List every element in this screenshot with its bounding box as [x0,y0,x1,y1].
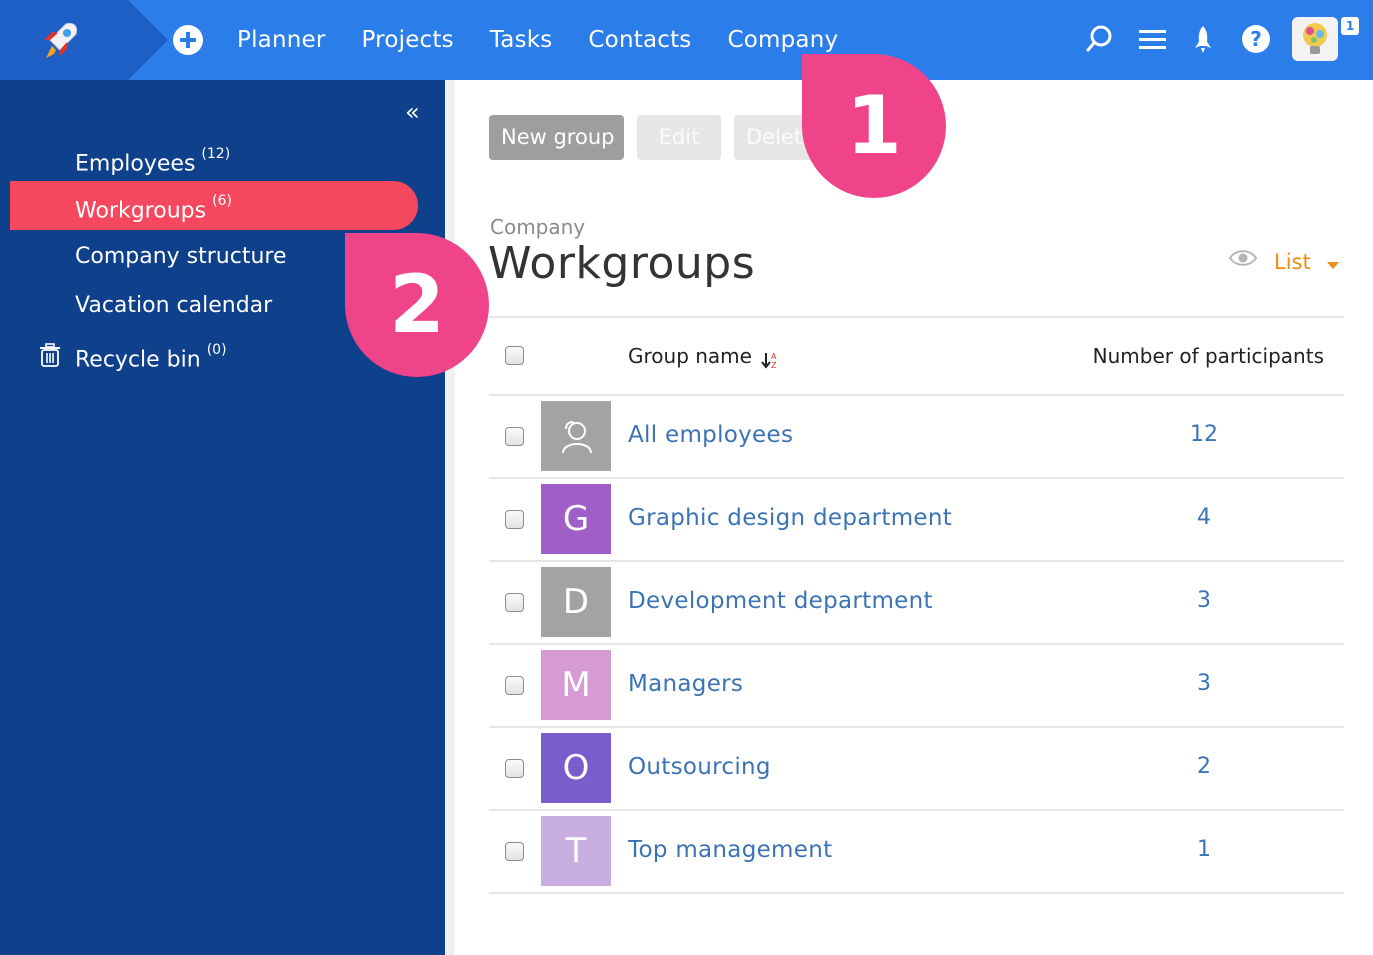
add-icon[interactable] [173,25,203,55]
sidebar-item-label: Employees [75,151,196,177]
trash-icon [40,343,60,367]
sidebar-item-count: (6) [212,193,232,209]
participant-count: 3 [1197,671,1211,696]
participant-count: 2 [1197,754,1211,779]
breadcrumb[interactable]: Company [490,215,585,239]
main-content: New group Edit Delete Company Workgroups… [455,80,1373,955]
table-row[interactable]: T Top management 1 [489,811,1344,894]
row-checkbox[interactable] [505,842,524,861]
table-row[interactable]: G Graphic design department 4 [489,479,1344,562]
rocket-logo-icon[interactable] [36,18,82,64]
sidebar: « Employees (12) Workgroups (6) Company st… [0,80,445,955]
sidebar-item-label: Recycle bin [75,347,201,373]
view-mode-dropdown[interactable]: List [1274,250,1311,274]
notification-badge[interactable]: 1 [1341,17,1359,35]
group-name-link[interactable]: Managers [628,671,743,697]
users-icon [541,401,611,471]
page-title: Workgroups [488,238,756,289]
eye-icon[interactable] [1228,247,1258,269]
column-header-group-name[interactable]: Group name [628,344,752,368]
menu-icon[interactable] [1135,22,1169,56]
nav-planner[interactable]: Planner [237,27,326,53]
lightbulb-avatar-icon [1303,23,1327,54]
group-avatar: M [541,650,611,720]
rocket-icon[interactable] [1186,22,1220,56]
row-checkbox[interactable] [505,676,524,695]
participant-count: 3 [1197,588,1211,613]
sort-icon[interactable]: A Z [760,350,780,370]
table-row[interactable]: D Development department 3 [489,562,1344,645]
svg-text:Z: Z [771,361,777,370]
group-name-link[interactable]: All employees [628,422,793,448]
participant-count: 1 [1197,837,1211,862]
row-checkbox[interactable] [505,510,524,529]
select-all-checkbox[interactable] [505,346,524,365]
avatar[interactable] [1292,17,1338,61]
table-row[interactable]: O Outsourcing 2 [489,728,1344,811]
group-name-link[interactable]: Top management [628,837,832,863]
group-avatar: G [541,484,611,554]
group-name-link[interactable]: Development department [628,588,933,614]
row-checkbox[interactable] [505,593,524,612]
table-header: Group name A Z Number of participants [489,316,1344,396]
sidebar-item-label: Workgroups [75,198,207,224]
row-checkbox[interactable] [505,759,524,778]
group-avatar: T [541,816,611,886]
callout-marker-1: 1 [802,54,946,198]
logo-zone [0,0,168,80]
chevron-down-icon[interactable] [1327,262,1339,269]
column-header-participants[interactable]: Number of participants [1093,344,1324,368]
nav-projects[interactable]: Projects [362,27,454,53]
nav-company[interactable]: Company [728,27,839,53]
group-avatar: O [541,733,611,803]
top-bar: Planner Projects Tasks Contacts Company … [0,0,1373,80]
callout-marker-2: 2 [345,233,489,377]
content-divider [445,80,455,955]
sidebar-item-employees[interactable]: Employees (12) [10,134,418,183]
participant-count: 12 [1190,422,1218,447]
table-row[interactable]: All employees 12 [489,396,1344,479]
main-nav: Planner Projects Tasks Contacts Company [237,0,838,80]
sidebar-item-label: Vacation calendar [75,293,273,318]
group-name-link[interactable]: Graphic design department [628,505,952,531]
svg-text:?: ? [1250,27,1262,51]
collapse-sidebar-icon[interactable]: « [405,100,420,124]
sidebar-item-count: (12) [201,146,231,162]
new-group-button[interactable]: New group [489,115,624,160]
sidebar-item-label: Company structure [75,244,287,269]
group-name-link[interactable]: Outsourcing [628,754,771,780]
nav-tasks[interactable]: Tasks [490,27,553,53]
row-checkbox[interactable] [505,427,524,446]
help-icon[interactable]: ? [1239,22,1273,56]
sidebar-item-workgroups[interactable]: Workgroups (6) [10,181,418,230]
app: Planner Projects Tasks Contacts Company … [0,0,1373,955]
group-avatar: D [541,567,611,637]
nav-contacts[interactable]: Contacts [588,27,691,53]
edit-button[interactable]: Edit [637,115,721,160]
participant-count: 4 [1197,505,1211,530]
svg-text:A: A [771,352,777,361]
search-icon[interactable] [1082,22,1116,56]
workgroups-table: Group name A Z Number of participants Al… [489,316,1344,894]
sidebar-item-count: (0) [206,342,227,358]
table-row[interactable]: M Managers 3 [489,645,1344,728]
